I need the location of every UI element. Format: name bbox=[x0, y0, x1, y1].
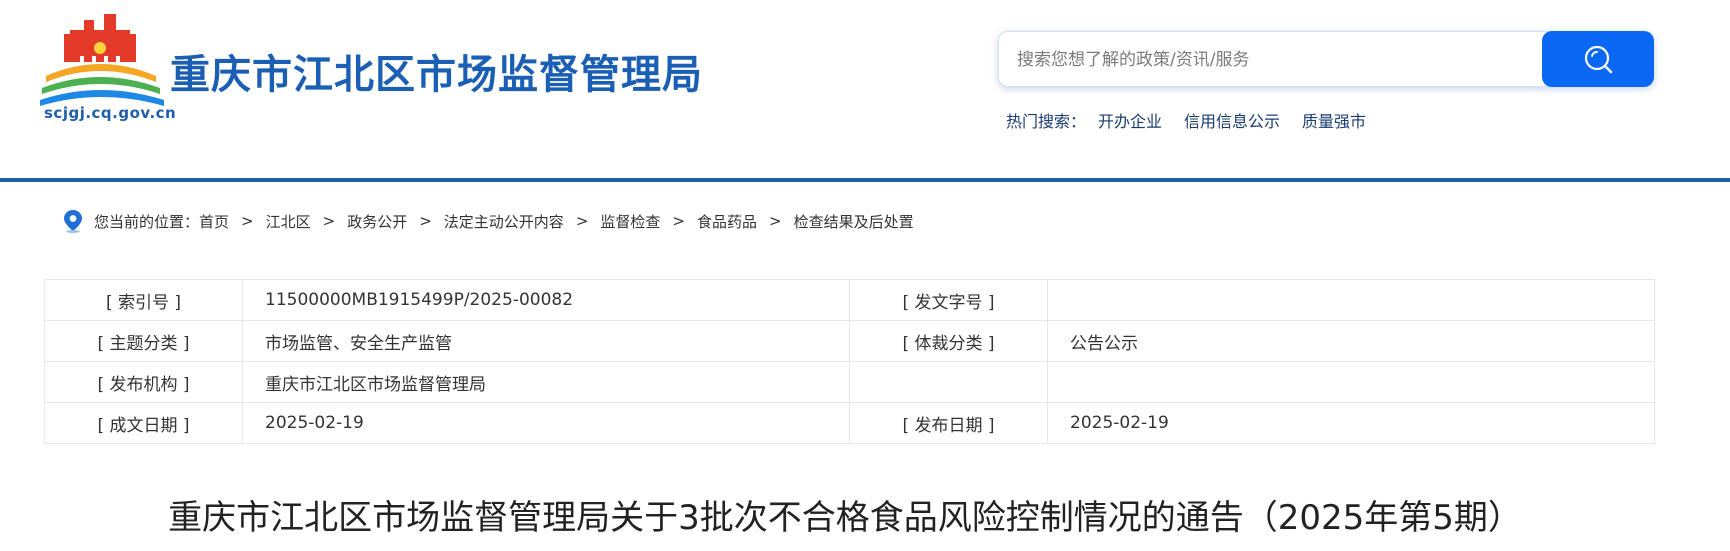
hot-search-item[interactable]: 信用信息公示 bbox=[1184, 108, 1280, 132]
search-input[interactable] bbox=[1015, 32, 1519, 88]
breadcrumb-item[interactable]: 监督检查 bbox=[600, 211, 660, 232]
breadcrumb-separator: > bbox=[322, 212, 336, 230]
header-divider bbox=[0, 178, 1730, 182]
hot-search: 热门搜索： 开办企业 信用信息公示 质量强市 bbox=[1006, 108, 1366, 132]
breadcrumb-item[interactable]: 食品药品 bbox=[697, 211, 757, 232]
breadcrumb-item[interactable]: 政务公开 bbox=[347, 211, 407, 232]
breadcrumb-separator: > bbox=[769, 212, 782, 230]
hot-search-item[interactable]: 开办企业 bbox=[1098, 108, 1162, 132]
emblem-icon bbox=[40, 14, 164, 106]
meta-label: [ 体裁分类 ] bbox=[849, 320, 1048, 362]
breadcrumb-separator: > bbox=[575, 212, 589, 230]
site-domain: scjgj.cq.gov.cn bbox=[44, 104, 177, 122]
meta-value: 重庆市江北区市场监督管理局 bbox=[242, 361, 850, 403]
table-row: [ 发布机构 ] 重庆市江北区市场监督管理局 bbox=[44, 361, 1655, 403]
breadcrumb-separator: > bbox=[419, 212, 432, 230]
hot-search-item[interactable]: 质量强市 bbox=[1302, 108, 1366, 132]
meta-label: [ 成文日期 ] bbox=[44, 402, 243, 444]
breadcrumb-prefix: 您当前的位置： bbox=[94, 212, 200, 231]
breadcrumb-separator: > bbox=[241, 212, 254, 230]
table-row: [ 索引号 ] 11500000MB1915499P/2025-00082 [ … bbox=[44, 279, 1655, 321]
breadcrumb-separator: > bbox=[672, 212, 685, 230]
meta-value: 2025-02-19 bbox=[242, 402, 850, 444]
meta-value: 市场监管、安全生产监管 bbox=[242, 320, 850, 362]
meta-value: 公告公示 bbox=[1047, 320, 1655, 362]
page: scjgj.cq.gov.cn 重庆市江北区市场监督管理局 热门搜索： 开办企业… bbox=[0, 0, 1730, 551]
hot-search-label: 热门搜索： bbox=[1006, 112, 1087, 131]
meta-value bbox=[1047, 361, 1655, 403]
breadcrumb: 您当前的位置： 首页 > 江北区 > 政务公开 > 法定主动公开内容 > 监督检… bbox=[62, 208, 914, 234]
site-title[interactable]: 重庆市江北区市场监督管理局 bbox=[170, 42, 703, 100]
meta-value bbox=[1047, 279, 1655, 321]
table-row: [ 主题分类 ] 市场监管、安全生产监管 [ 体裁分类 ] 公告公示 bbox=[44, 320, 1655, 362]
meta-label: [ 发文字号 ] bbox=[849, 279, 1048, 321]
meta-value: 11500000MB1915499P/2025-00082 bbox=[242, 279, 850, 321]
meta-label: [ 发布机构 ] bbox=[44, 361, 243, 403]
breadcrumb-item-home[interactable]: 首页 bbox=[199, 211, 229, 232]
meta-label: [ 索引号 ] bbox=[44, 279, 243, 321]
article-title: 重庆市江北区市场监督管理局关于3批次不合格食品风险控制情况的通告（2025年第5… bbox=[168, 498, 1522, 538]
meta-value: 2025-02-19 bbox=[1047, 402, 1655, 444]
meta-label: [ 主题分类 ] bbox=[44, 320, 243, 362]
search-icon bbox=[1584, 45, 1613, 74]
breadcrumb-item[interactable]: 江北区 bbox=[266, 211, 311, 232]
breadcrumb-item[interactable]: 法定主动公开内容 bbox=[444, 211, 564, 232]
breadcrumb-item[interactable]: 检查结果及后处置 bbox=[794, 211, 914, 232]
location-pin-icon bbox=[62, 209, 84, 233]
meta-label: [ 发布日期 ] bbox=[849, 402, 1048, 444]
search-button[interactable] bbox=[1542, 31, 1654, 87]
site-header: scjgj.cq.gov.cn 重庆市江北区市场监督管理局 热门搜索： 开办企业… bbox=[0, 0, 1730, 182]
table-row: [ 成文日期 ] 2025-02-19 [ 发布日期 ] 2025-02-19 bbox=[44, 402, 1655, 444]
document-meta-table: [ 索引号 ] 11500000MB1915499P/2025-00082 [ … bbox=[44, 279, 1655, 444]
search-box bbox=[998, 31, 1654, 88]
meta-label bbox=[849, 361, 1048, 403]
